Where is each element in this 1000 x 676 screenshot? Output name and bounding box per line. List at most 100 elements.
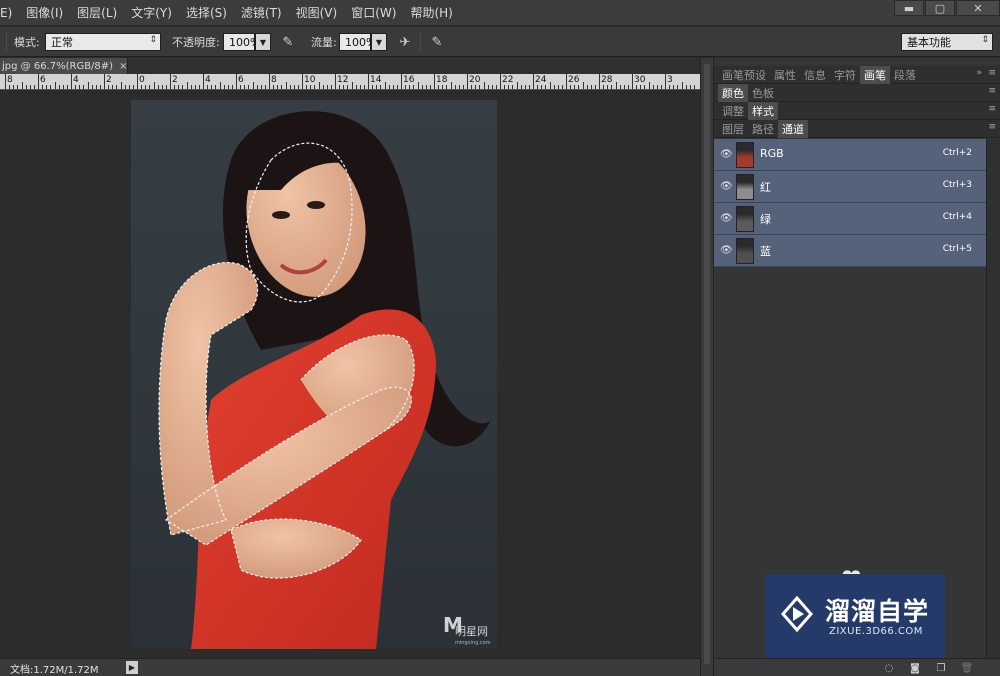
- close-tab-icon[interactable]: ×: [119, 61, 127, 72]
- mode-select[interactable]: 正常 ⇕: [45, 33, 161, 51]
- ruler-tick: [594, 85, 596, 89]
- menu-item-filter[interactable]: 滤镜(T): [234, 4, 289, 21]
- ruler-tick: [260, 85, 262, 89]
- flow-input[interactable]: 100%: [339, 33, 376, 51]
- menu-item-image[interactable]: 图像(I): [19, 4, 70, 21]
- channel-name: RGB: [760, 147, 784, 160]
- document-tab[interactable]: jpg @ 66.7%(RGB/8#) ×: [0, 58, 128, 74]
- ruler-label: 10: [304, 75, 316, 85]
- menu-item-window[interactable]: 窗口(W): [344, 4, 403, 21]
- panel-group-adjustments: 调整 样式 ≡: [714, 101, 1000, 120]
- load-selection-icon[interactable]: ◌: [882, 661, 896, 675]
- ruler-tick: [207, 85, 209, 89]
- tab-paths[interactable]: 路径: [748, 120, 778, 138]
- tab-swatches[interactable]: 色板: [748, 84, 778, 102]
- panel-menu-icon[interactable]: ≡: [988, 122, 996, 132]
- ruler-tick: [42, 85, 44, 89]
- airbrush-icon[interactable]: ✈: [396, 33, 414, 51]
- ruler-tick: [512, 85, 514, 89]
- opacity-input[interactable]: 100%: [223, 33, 260, 51]
- ruler-tick: [157, 85, 159, 89]
- ruler-tick: [462, 85, 464, 89]
- pressure-size-icon[interactable]: ✎: [428, 33, 446, 51]
- eye-icon[interactable]: 👁: [720, 149, 733, 161]
- ruler-tick: [359, 85, 361, 89]
- flow-dropdown-button[interactable]: ▼: [371, 33, 387, 51]
- delete-channel-icon[interactable]: 🗑: [960, 661, 974, 675]
- channel-row-red[interactable]: 👁 红 Ctrl+3: [714, 171, 986, 203]
- menu-item-type[interactable]: 文字(Y): [124, 4, 179, 21]
- menu-item-select[interactable]: 选择(S): [179, 4, 234, 21]
- opacity-dropdown-button[interactable]: ▼: [255, 33, 271, 51]
- close-window-button[interactable]: ✕: [956, 0, 1000, 16]
- status-menu-arrow-icon[interactable]: ▶: [126, 661, 138, 674]
- ruler-tick: [269, 74, 270, 89]
- maximize-button[interactable]: ▢: [925, 0, 955, 16]
- ruler-tick: [392, 85, 394, 89]
- menu-item-layer[interactable]: 图层(L): [70, 4, 124, 21]
- eye-icon[interactable]: 👁: [720, 181, 733, 193]
- ruler-tick: [161, 85, 163, 89]
- pressure-opacity-icon[interactable]: ✎: [279, 33, 297, 51]
- ruler-tick: [289, 85, 291, 89]
- workspace-select[interactable]: 基本功能 ⇕: [901, 33, 993, 51]
- ruler-tick: [13, 85, 15, 89]
- save-selection-icon[interactable]: ◙: [908, 661, 922, 675]
- ruler-tick: [310, 85, 312, 89]
- photo-canvas[interactable]: M 明星网 mingxing.com: [131, 100, 497, 649]
- ruler-tick: [553, 85, 555, 89]
- ruler-tick: [112, 85, 114, 89]
- ruler-tick: [471, 85, 473, 89]
- ruler-tick: [87, 82, 89, 89]
- panel-menu-icon[interactable]: ≡: [988, 68, 996, 78]
- ruler-label: 4: [73, 75, 79, 85]
- ruler-tick: [186, 82, 188, 89]
- eye-icon[interactable]: 👁: [720, 245, 733, 257]
- channel-thumbnail: [736, 174, 754, 200]
- new-channel-icon[interactable]: ❐: [934, 661, 948, 675]
- panel-menu-icon[interactable]: ≡: [988, 86, 996, 96]
- collapse-icon[interactable]: »: [976, 68, 982, 78]
- ruler-tick: [343, 85, 345, 89]
- channels-footer: ◌ ◙ ❐ 🗑: [714, 658, 1000, 676]
- ruler-tick: [442, 85, 444, 89]
- ruler-tick: [248, 85, 250, 89]
- channel-row-blue[interactable]: 👁 蓝 Ctrl+5: [714, 235, 986, 267]
- channel-row-rgb[interactable]: 👁 RGB Ctrl+2: [714, 139, 986, 171]
- ruler-tick: [182, 85, 184, 89]
- ruler-tick: [491, 85, 493, 89]
- ruler-tick: [434, 74, 435, 89]
- chevron-down-icon: ▼: [375, 37, 383, 47]
- ruler-tick: [83, 85, 85, 89]
- menu-item-help[interactable]: 帮助(H): [403, 4, 459, 21]
- channel-row-green[interactable]: 👁 绿 Ctrl+4: [714, 203, 986, 235]
- eye-icon[interactable]: 👁: [720, 213, 733, 225]
- ruler-tick: [644, 85, 646, 89]
- tab-brush-presets[interactable]: 画笔预设: [718, 66, 770, 84]
- tab-brush[interactable]: 画笔: [860, 65, 890, 84]
- canvas-area[interactable]: M 明星网 mingxing.com: [0, 91, 700, 658]
- tab-adjustments[interactable]: 调整: [718, 102, 748, 120]
- ruler-tick: [396, 85, 398, 89]
- panel-scrollbar[interactable]: [986, 139, 1000, 659]
- tab-channels[interactable]: 通道: [778, 119, 808, 138]
- canvas-vertical-scrollbar[interactable]: [700, 58, 714, 676]
- minimize-button[interactable]: ▬: [894, 0, 924, 16]
- tab-paragraph[interactable]: 段落: [890, 66, 920, 84]
- ruler-tick: [178, 85, 180, 89]
- menu-item-view[interactable]: 视图(V): [289, 4, 345, 21]
- tab-info[interactable]: 信息: [800, 66, 830, 84]
- menu-item-edit[interactable]: E): [0, 6, 19, 20]
- ruler-tick: [29, 85, 31, 89]
- ruler-tick: [438, 85, 440, 89]
- watermark-title: 溜溜自学: [825, 597, 930, 626]
- tab-color[interactable]: 颜色: [718, 83, 748, 102]
- tab-layers[interactable]: 图层: [718, 120, 748, 138]
- ruler-tick: [636, 85, 638, 89]
- scroll-thumb[interactable]: [704, 64, 710, 664]
- tab-character[interactable]: 字符: [830, 66, 860, 84]
- tab-properties[interactable]: 属性: [770, 66, 800, 84]
- tab-styles[interactable]: 样式: [748, 101, 778, 120]
- ruler-tick: [376, 85, 378, 89]
- panel-menu-icon[interactable]: ≡: [988, 104, 996, 114]
